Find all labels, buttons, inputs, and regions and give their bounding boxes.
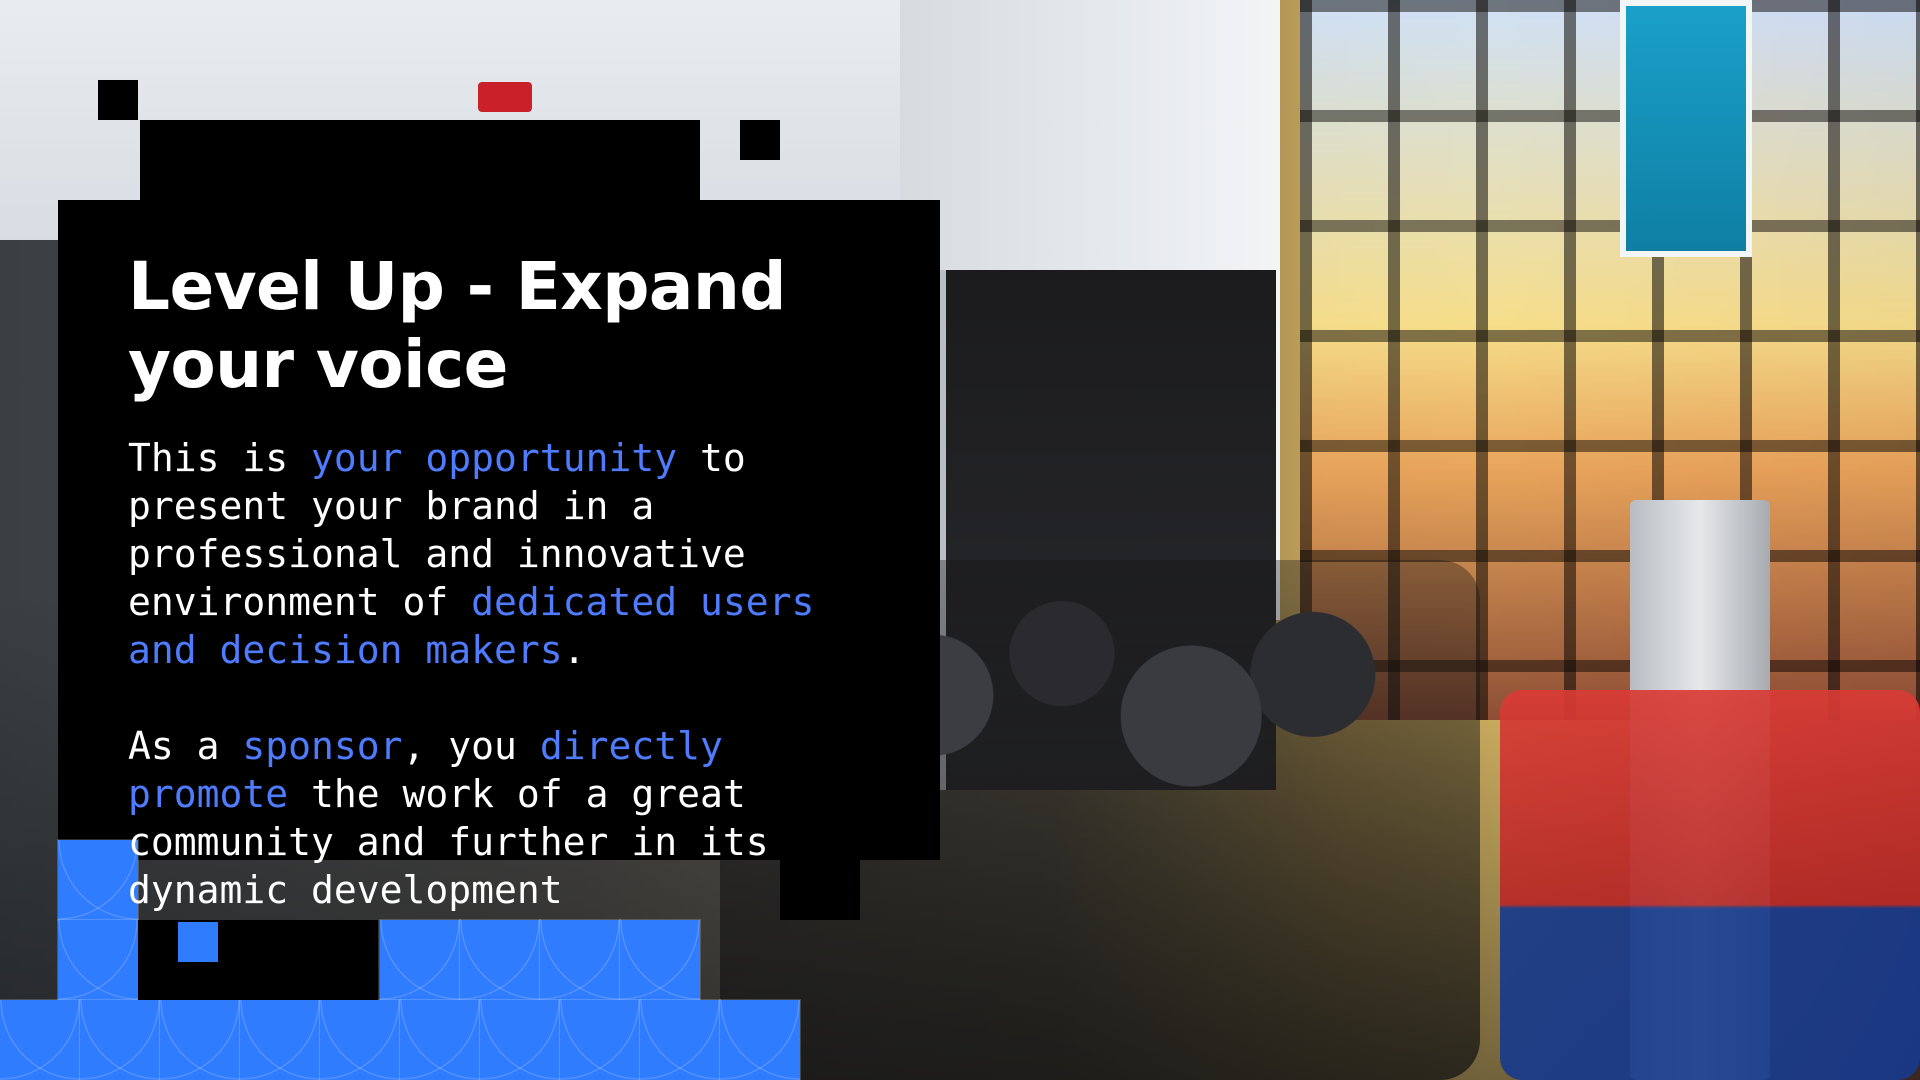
pattern-tile [379, 919, 461, 1001]
pattern-tile [239, 999, 321, 1080]
photo-banner [1620, 0, 1752, 257]
paragraph-2: As a sponsor, you directly promote the w… [128, 722, 888, 914]
text-content: Level Up - Expand your voice This is you… [128, 248, 888, 914]
decorative-square [740, 120, 780, 160]
paragraph-1-highlight-1: your opportunity [311, 436, 678, 480]
page-title: Level Up - Expand your voice [128, 248, 786, 403]
pattern-tile [57, 919, 139, 1001]
pattern-tile [57, 839, 139, 921]
pattern-tile [479, 999, 561, 1080]
text-panel-top [140, 120, 700, 210]
paragraph-2-highlight-1: sponsor [242, 724, 403, 768]
exit-sign-icon [478, 82, 532, 112]
paragraph-1: This is your opportunity to present your… [128, 434, 888, 674]
pattern-tile [0, 999, 81, 1080]
paragraph-1-text-1: This is [128, 436, 312, 480]
pattern-tile [639, 999, 721, 1080]
paragraph-1-text-3: . [562, 628, 586, 672]
pattern-tile [619, 919, 701, 1001]
pattern-tile [79, 999, 161, 1080]
pattern-tile [719, 999, 801, 1080]
paragraph-2-text-1: As a [128, 724, 243, 768]
slide: Level Up - Expand your voice This is you… [0, 0, 1920, 1080]
pattern-tile [399, 999, 481, 1080]
pattern-tile [559, 999, 641, 1080]
pattern-tile [319, 999, 401, 1080]
pattern-tile [539, 919, 621, 1001]
pattern-black-block [138, 920, 378, 1000]
paragraph-2-text-2: , you [402, 724, 540, 768]
pattern-small-square [178, 922, 218, 962]
body-text: This is your opportunity to present your… [128, 434, 888, 914]
pattern-tile [159, 999, 241, 1080]
decorative-square [98, 80, 138, 120]
photo-kiddie-ride [1500, 690, 1920, 1080]
pattern-tile [459, 919, 541, 1001]
